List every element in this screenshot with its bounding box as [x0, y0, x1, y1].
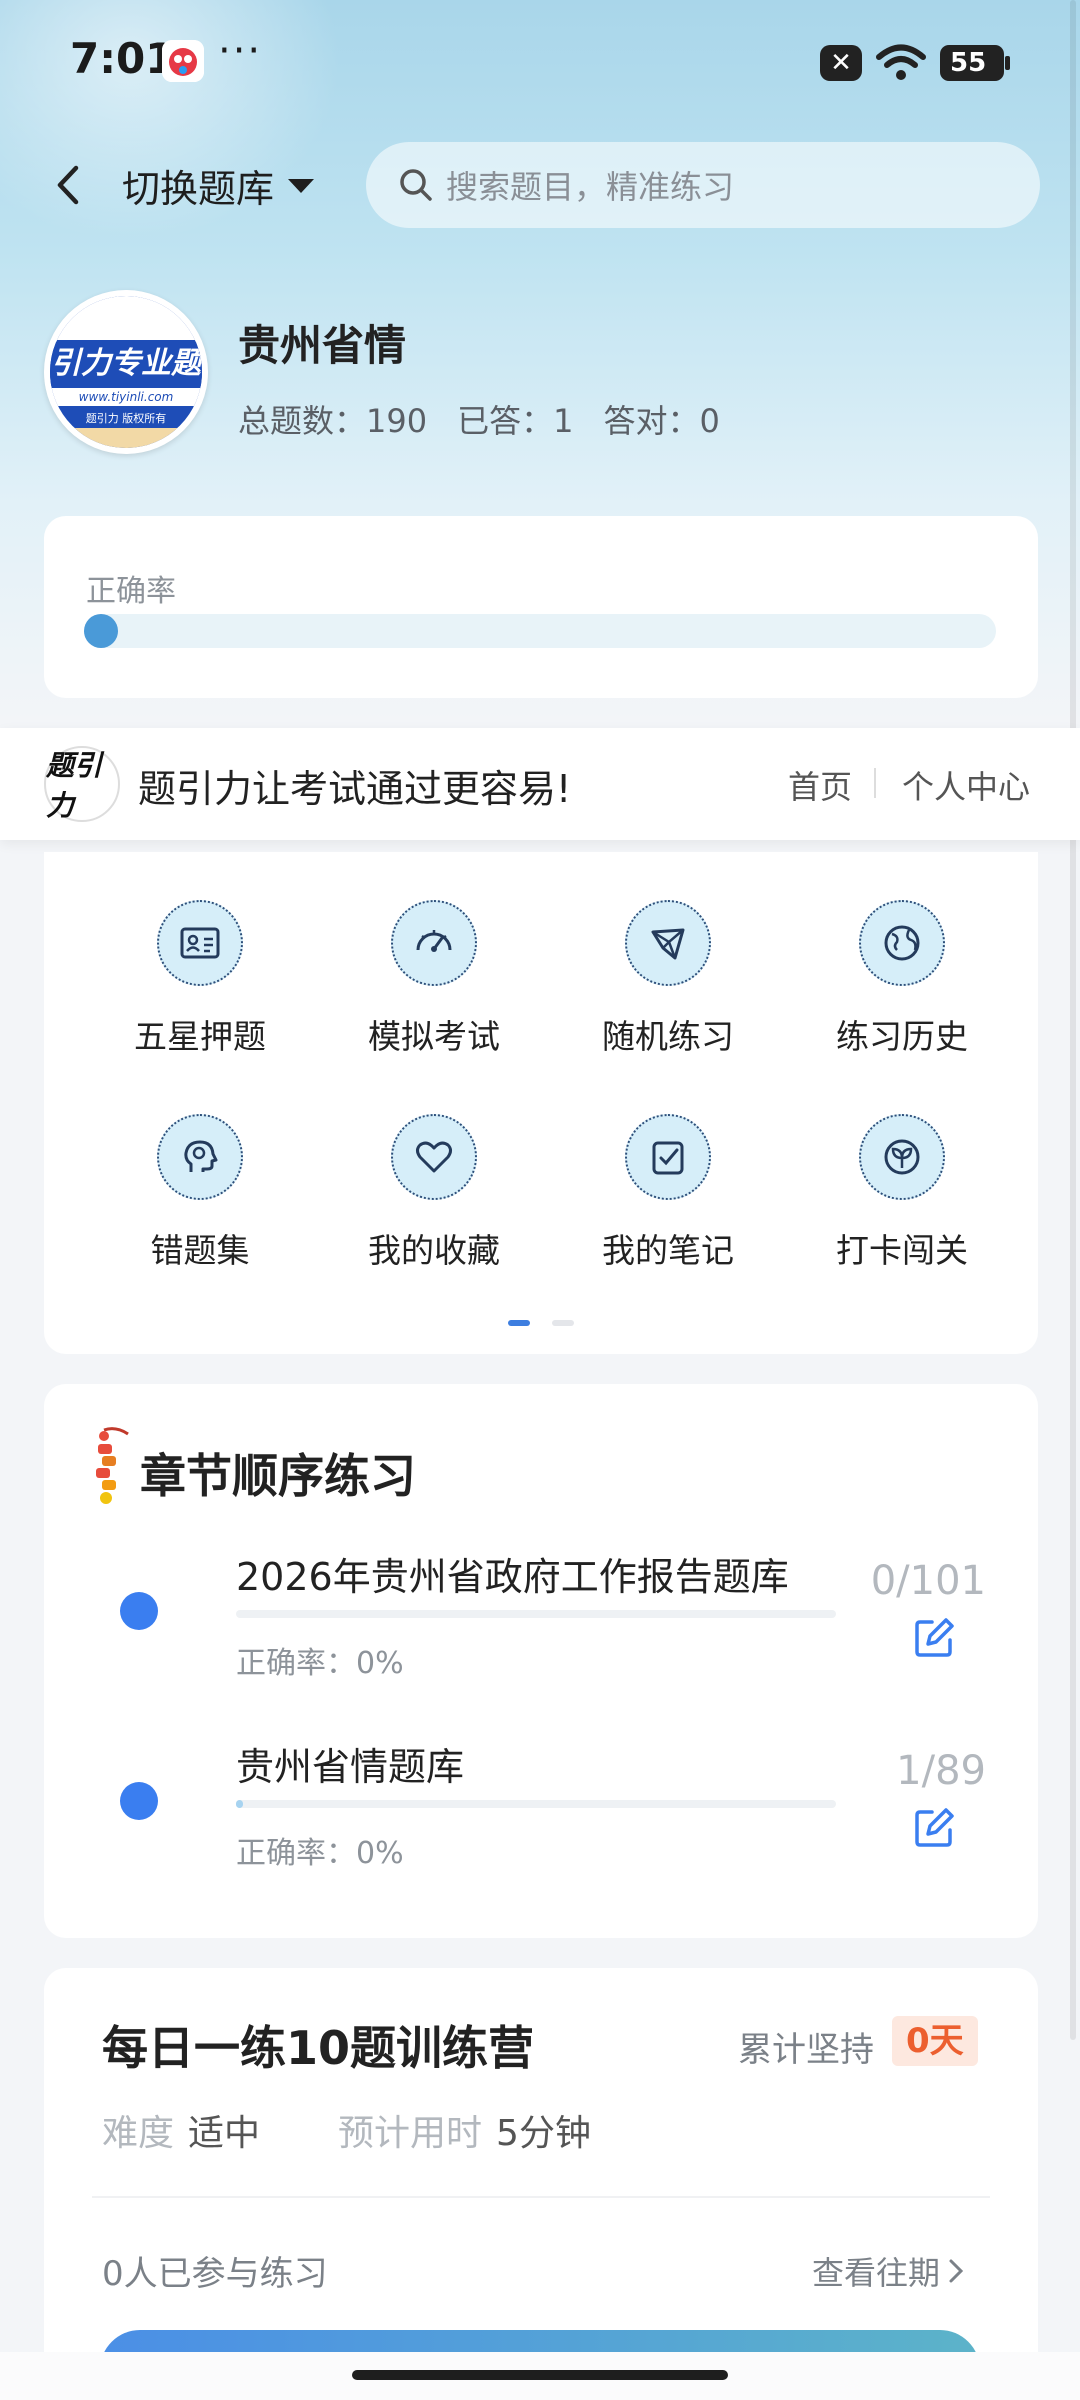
home-indicator[interactable]: [352, 2370, 728, 2380]
pager-dot-active[interactable]: [508, 1320, 530, 1326]
feature-checkin[interactable]: 打卡闯关: [802, 1114, 1002, 1272]
chapter-progress-track: [236, 1800, 836, 1808]
chapter-count: 0/101: [870, 1558, 986, 1604]
chapter-status-dot: [120, 1592, 158, 1630]
feature-label: 我的收藏: [368, 1231, 500, 1270]
bank-title: 贵州省情: [238, 321, 407, 370]
accuracy-label: 正确率: [86, 574, 176, 609]
time-label: 预计用时: [338, 2113, 483, 2154]
chapter-progress-track: [236, 1610, 836, 1618]
feature-five-star[interactable]: 五星押题: [100, 900, 300, 1058]
chapter-count: 1/89: [896, 1748, 986, 1794]
globe-icon: [859, 900, 945, 986]
chevron-left-icon: [57, 165, 79, 205]
chapter-name[interactable]: 2026年贵州省政府工作报告题库: [236, 1546, 789, 1601]
stat-correct: 答对：0: [603, 402, 720, 440]
wifi-icon: [876, 44, 926, 80]
chapter-accuracy: 正确率：0%: [236, 1836, 404, 1871]
stat-answered: 已答：1: [457, 402, 574, 440]
firecracker-icon: [90, 1424, 138, 1506]
note-check-icon: [625, 1114, 711, 1200]
chapter-section-title: 章节顺序练习: [140, 1449, 416, 1503]
daily-title: 每日一练10题训练营: [102, 2021, 535, 2075]
banner-slogan: 题引力让考试通过更容易!: [138, 767, 572, 811]
feature-label: 五星押题: [134, 1017, 266, 1056]
sprout-icon: [859, 1114, 945, 1200]
joined-count: 0人已参与练习: [102, 2254, 328, 2294]
chapter-status-dot: [120, 1782, 158, 1820]
bank-stats: 总题数：190 已答：1 答对：0: [238, 396, 720, 442]
accuracy-track: [84, 614, 996, 648]
heart-icon: [391, 1114, 477, 1200]
feature-random-practice[interactable]: 随机练习: [568, 900, 768, 1058]
daily-divider: [92, 2196, 990, 2198]
meta-spacer: [274, 2104, 324, 2156]
personal-center-link[interactable]: 个人中心: [902, 762, 1030, 808]
logo-url: www.tiyinli.com: [50, 388, 202, 406]
chapter-progress-fill: [236, 1800, 243, 1808]
feature-label: 打卡闯关: [836, 1231, 968, 1270]
accuracy-fill: [84, 614, 118, 648]
status-right-group: ✕ 55: [820, 44, 1010, 82]
switch-bank-label: 切换题库: [122, 167, 275, 211]
time-value: 5分钟: [496, 2113, 591, 2154]
back-button[interactable]: [48, 160, 88, 210]
feature-label: 练习历史: [836, 1017, 968, 1056]
pager-dot[interactable]: [552, 1320, 574, 1326]
difficulty-label: 难度: [102, 2113, 175, 2154]
shuffle-icon: [625, 900, 711, 986]
feature-wrong-questions[interactable]: 错题集: [100, 1114, 300, 1272]
id-card-icon: [157, 900, 243, 986]
switch-bank-dropdown[interactable]: 切换题库: [122, 158, 315, 213]
search-input[interactable]: 搜索题目，精准练习: [366, 142, 1040, 228]
chapter-name[interactable]: 贵州省情题库: [236, 1736, 464, 1791]
logo-copyright: 题引力 版权所有: [85, 412, 167, 425]
bank-logo: 引力专业题 www.tiyinli.com 题引力 版权所有: [44, 290, 208, 454]
feature-grid-card: 五星押题 模拟考试 随机练习 练习历史 错题集 我的收藏 我的笔记 打卡闯关: [44, 852, 1038, 1354]
feature-mock-exam[interactable]: 模拟考试: [334, 900, 534, 1058]
view-history-label: 查看往期: [812, 2254, 941, 2292]
edit-icon[interactable]: [912, 1806, 956, 1854]
brand-logo: 题引力: [44, 746, 120, 822]
chapter-accuracy: 正确率：0%: [236, 1646, 404, 1681]
speedometer-icon: [391, 900, 477, 986]
feature-label: 随机练习: [602, 1017, 734, 1056]
scrollbar[interactable]: [1070, 0, 1076, 2040]
status-time: 7:01: [70, 34, 175, 83]
head-icon: [157, 1114, 243, 1200]
daily-meta: 难度 适中 预计用时 5分钟: [102, 2104, 591, 2156]
accuracy-card: [44, 516, 1038, 698]
feature-label: 错题集: [150, 1231, 250, 1270]
persist-badge: 0天: [892, 2016, 978, 2066]
feature-favorites[interactable]: 我的收藏: [334, 1114, 534, 1272]
feature-notes[interactable]: 我的笔记: [568, 1114, 768, 1272]
edit-icon[interactable]: [912, 1616, 956, 1664]
sim-off-icon: ✕: [820, 45, 862, 81]
logo-text: 引力专业题: [50, 342, 202, 386]
caret-down-icon: [288, 178, 315, 193]
battery-indicator: 55: [940, 45, 1010, 81]
search-placeholder: 搜索题目，精准练习: [446, 168, 735, 206]
persist-label: 累计坚持: [738, 2030, 874, 2070]
home-link[interactable]: 首页: [788, 762, 852, 808]
app-notification-icon: [162, 40, 204, 82]
search-icon: [400, 169, 432, 201]
feature-history[interactable]: 练习历史: [802, 900, 1002, 1058]
chevron-right-icon: [949, 2259, 964, 2283]
view-history-link[interactable]: 查看往期: [812, 2248, 964, 2294]
status-more-dots: ···: [218, 28, 263, 74]
banner-divider: [874, 768, 876, 798]
difficulty-value: 适中: [188, 2113, 261, 2154]
feature-label: 模拟考试: [368, 1017, 500, 1056]
stat-total: 总题数：190: [238, 402, 428, 440]
feature-label: 我的笔记: [602, 1231, 734, 1270]
